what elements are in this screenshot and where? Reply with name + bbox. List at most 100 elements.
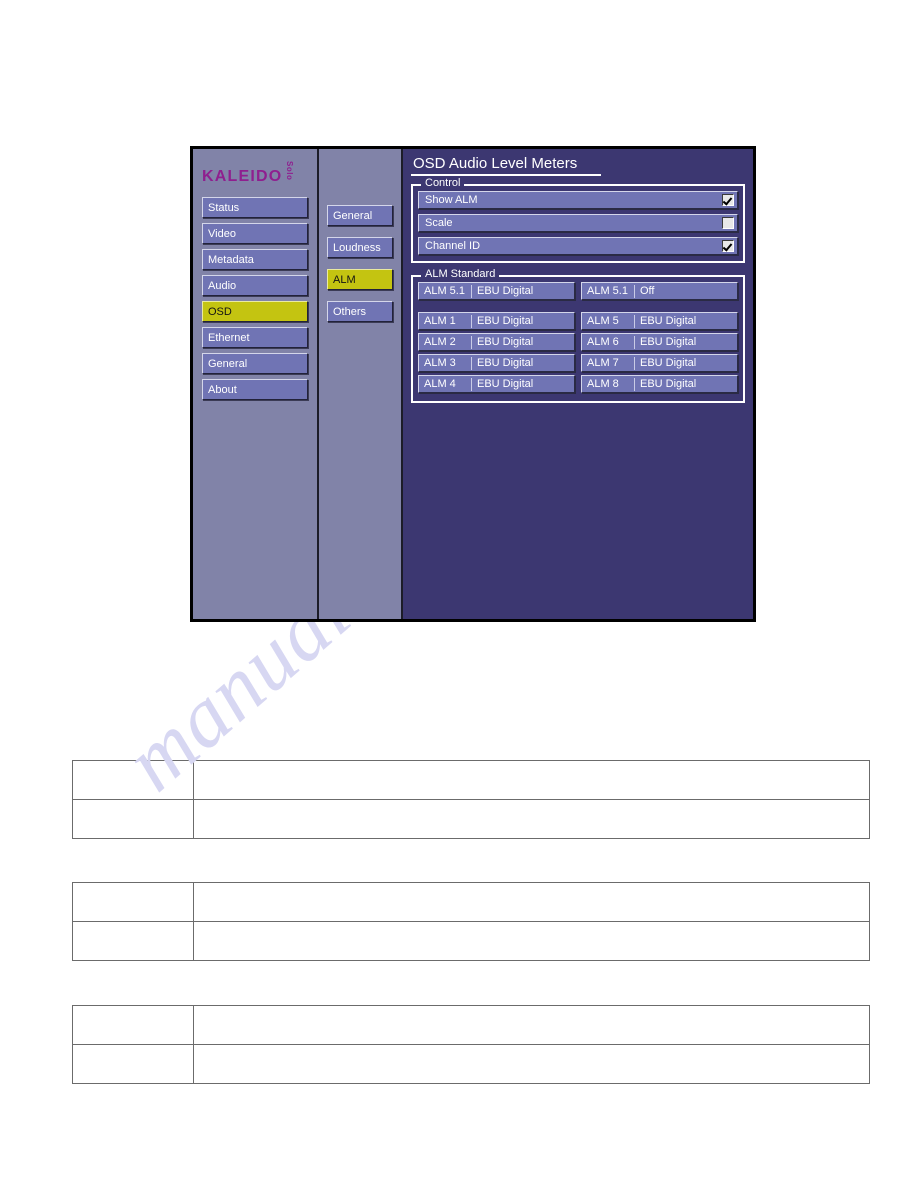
table-cell-value	[193, 760, 870, 800]
table-row	[72, 1044, 870, 1084]
left-navigation-column: KALEIDO Solo Status Video Metadata Audio…	[193, 149, 319, 619]
subnav-item-general[interactable]: General	[327, 205, 393, 226]
table-cell-label	[72, 882, 194, 922]
table-row	[72, 1005, 870, 1045]
alm-value: EBU Digital	[640, 378, 697, 390]
alm-separator	[634, 314, 635, 328]
nav-item-general[interactable]: General	[202, 353, 308, 374]
alm-spacer	[418, 303, 575, 312]
alm-row-5[interactable]: ALM 5 EBU Digital	[581, 312, 738, 330]
alm-label: ALM 7	[587, 357, 619, 369]
alm-row-51-right[interactable]: ALM 5.1 Off	[581, 282, 738, 300]
setting-row-show-alm[interactable]: Show ALM	[418, 191, 738, 209]
subnav-item-label: Others	[333, 306, 367, 318]
nav-item-label: Status	[208, 202, 240, 214]
alm-row-7[interactable]: ALM 7 EBU Digital	[581, 354, 738, 372]
table-cell-label	[72, 1005, 194, 1045]
scale-checkbox[interactable]	[722, 217, 734, 229]
alm-row-51-left[interactable]: ALM 5.1 EBU Digital	[418, 282, 575, 300]
alm-value: EBU Digital	[477, 285, 534, 297]
device-configuration-panel: KALEIDO Solo Status Video Metadata Audio…	[190, 146, 756, 622]
alm-row-4[interactable]: ALM 4 EBU Digital	[418, 375, 575, 393]
table-row	[72, 882, 870, 922]
table-cell-label	[72, 760, 194, 800]
table-cell-value	[193, 1005, 870, 1045]
nav-item-label: Video	[208, 228, 236, 240]
document-table-3	[72, 1005, 870, 1084]
document-table-1	[72, 760, 870, 839]
content-pane: OSD Audio Level Meters Control Show ALM …	[403, 149, 753, 619]
nav-item-metadata[interactable]: Metadata	[202, 249, 308, 270]
control-group: Control Show ALM Scale Channel ID	[411, 177, 745, 263]
alm-label: ALM 5.1	[587, 285, 628, 297]
alm-label: ALM 5.1	[424, 285, 465, 297]
table-cell-label	[72, 799, 194, 839]
alm-spacer	[581, 303, 738, 312]
setting-label: Scale	[425, 217, 453, 229]
channel-id-checkbox[interactable]	[722, 240, 734, 252]
page-title: OSD Audio Level Meters	[411, 155, 602, 176]
setting-row-scale[interactable]: Scale	[418, 214, 738, 232]
nav-item-ethernet[interactable]: Ethernet	[202, 327, 308, 348]
alm-separator	[471, 356, 472, 370]
nav-item-about[interactable]: About	[202, 379, 308, 400]
table-cell-value	[193, 799, 870, 839]
nav-item-label: About	[208, 384, 237, 396]
alm-column-left: ALM 5.1 EBU Digital ALM 1 EBU Digital AL…	[418, 282, 575, 396]
setting-label: Channel ID	[425, 240, 481, 252]
alm-value: EBU Digital	[477, 378, 534, 390]
sub-navigation-column: General Loudness ALM Others	[319, 149, 403, 619]
alm-row-3[interactable]: ALM 3 EBU Digital	[418, 354, 575, 372]
nav-item-video[interactable]: Video	[202, 223, 308, 244]
alm-label: ALM 2	[424, 336, 456, 348]
table-cell-label	[72, 1044, 194, 1084]
alm-row-6[interactable]: ALM 6 EBU Digital	[581, 333, 738, 351]
nav-item-label: General	[208, 358, 248, 370]
nav-item-label: Audio	[208, 280, 237, 292]
alm-separator	[634, 377, 635, 391]
brand-name-text: KALEIDO	[202, 168, 283, 185]
alm-row-2[interactable]: ALM 2 EBU Digital	[418, 333, 575, 351]
alm-row-1[interactable]: ALM 1 EBU Digital	[418, 312, 575, 330]
setting-label: Show ALM	[425, 194, 478, 206]
control-group-legend: Control	[421, 177, 465, 189]
alm-separator	[471, 284, 472, 298]
alm-separator	[634, 284, 635, 298]
alm-label: ALM 4	[424, 378, 456, 390]
nav-item-label: Ethernet	[208, 332, 250, 344]
alm-label: ALM 3	[424, 357, 456, 369]
nav-item-status[interactable]: Status	[202, 197, 308, 218]
nav-item-audio[interactable]: Audio	[202, 275, 308, 296]
subnav-item-alm[interactable]: ALM	[327, 269, 393, 290]
table-row	[72, 760, 870, 800]
alm-column-right: ALM 5.1 Off ALM 5 EBU Digital ALM 6 EBU …	[581, 282, 738, 396]
alm-separator	[634, 335, 635, 349]
alm-row-8[interactable]: ALM 8 EBU Digital	[581, 375, 738, 393]
show-alm-checkbox[interactable]	[722, 194, 734, 206]
subnav-item-loudness[interactable]: Loudness	[327, 237, 393, 258]
subnav-item-label: General	[333, 210, 373, 222]
alm-value: Off	[640, 285, 655, 297]
table-cell-label	[72, 921, 194, 961]
alm-value: EBU Digital	[640, 357, 697, 369]
alm-separator	[634, 356, 635, 370]
nav-item-label: OSD	[208, 306, 232, 318]
nav-item-label: Metadata	[208, 254, 254, 266]
document-table-2	[72, 882, 870, 961]
brand-logo: KALEIDO Solo	[193, 149, 317, 197]
alm-standard-group: ALM Standard ALM 5.1 EBU Digital ALM 1 E…	[411, 268, 745, 403]
subnav-item-label: Loudness	[333, 242, 381, 254]
subnav-item-others[interactable]: Others	[327, 301, 393, 322]
alm-separator	[471, 377, 472, 391]
alm-standard-group-legend: ALM Standard	[421, 268, 500, 280]
alm-label: ALM 1	[424, 315, 456, 327]
alm-separator	[471, 335, 472, 349]
nav-item-osd[interactable]: OSD	[202, 301, 308, 322]
table-cell-value	[193, 1044, 870, 1084]
table-row	[72, 921, 870, 961]
alm-label: ALM 6	[587, 336, 619, 348]
alm-label: ALM 8	[587, 378, 619, 390]
table-cell-value	[193, 921, 870, 961]
table-cell-value	[193, 882, 870, 922]
setting-row-channel-id[interactable]: Channel ID	[418, 237, 738, 255]
